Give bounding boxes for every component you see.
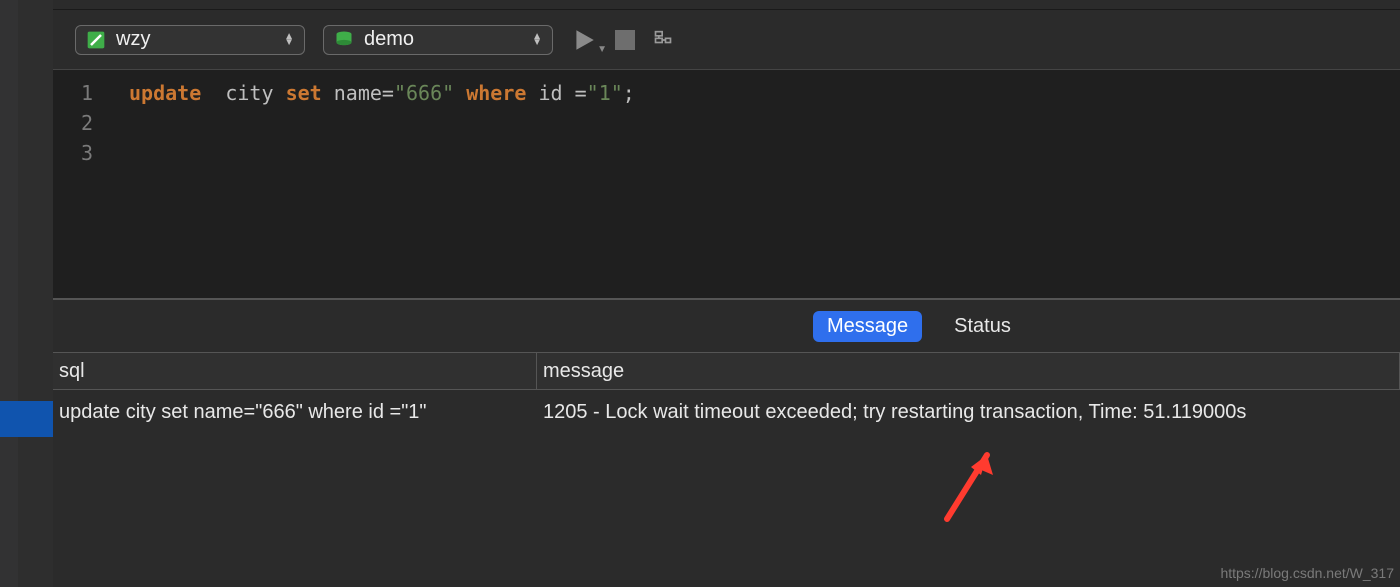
line-number: 1 <box>53 78 93 108</box>
tok-col: name <box>334 81 382 105</box>
connection-label: wzy <box>116 28 150 51</box>
tok-eq: = <box>382 81 394 105</box>
database-select[interactable]: demo ▲▼ <box>323 25 553 55</box>
top-icon-row <box>53 0 1400 10</box>
tab-status[interactable]: Status <box>940 311 1025 342</box>
result-grid: sql message update city set name="666" w… <box>53 352 1400 587</box>
run-button[interactable]: ▼ <box>571 27 597 53</box>
tok-str: "666" <box>394 81 454 105</box>
chevron-updown-icon: ▲▼ <box>284 34 294 46</box>
col-header-sql[interactable]: sql <box>53 353 537 389</box>
gutter-strip <box>18 0 53 587</box>
tok-str2: "1" <box>587 81 623 105</box>
database-icon <box>334 30 354 50</box>
chevron-updown-icon: ▲▼ <box>532 34 542 46</box>
sql-editor[interactable]: 1 2 3 update city set name="666" where i… <box>53 70 1400 298</box>
line-number: 2 <box>53 108 93 138</box>
table-row[interactable]: update city set name="666" where id ="1"… <box>53 390 1400 434</box>
code-area[interactable]: update city set name="666" where id ="1"… <box>105 70 1400 298</box>
explain-button[interactable] <box>653 30 673 50</box>
activity-bar <box>0 0 18 587</box>
toolbar: wzy ▲▼ demo ▲▼ ▼ <box>53 10 1400 70</box>
tok-table: city <box>225 81 273 105</box>
kw-where: where <box>466 81 526 105</box>
kw-set: set <box>286 81 322 105</box>
stop-button[interactable] <box>615 30 635 50</box>
line-number: 3 <box>53 138 93 168</box>
watermark: https://blog.csdn.net/W_317 <box>1220 565 1394 581</box>
connection-icon <box>86 30 106 50</box>
run-dropdown-caret-icon[interactable]: ▼ <box>597 44 607 55</box>
connection-select[interactable]: wzy ▲▼ <box>75 25 305 55</box>
tok-idcol: id <box>538 81 562 105</box>
tok-eq2: = <box>563 81 587 105</box>
result-tabs: Message Status <box>53 298 1400 352</box>
database-label: demo <box>364 28 414 51</box>
col-header-message[interactable]: message <box>537 353 1400 389</box>
tok-semi: ; <box>623 81 635 105</box>
tab-message[interactable]: Message <box>813 311 922 342</box>
cell-sql: update city set name="666" where id ="1" <box>53 401 537 424</box>
cell-message: 1205 - Lock wait timeout exceeded; try r… <box>537 401 1400 424</box>
line-number-gutter: 1 2 3 <box>53 70 105 298</box>
kw-update: update <box>129 81 201 105</box>
row-selection-marker <box>0 401 53 437</box>
grid-header: sql message <box>53 352 1400 390</box>
